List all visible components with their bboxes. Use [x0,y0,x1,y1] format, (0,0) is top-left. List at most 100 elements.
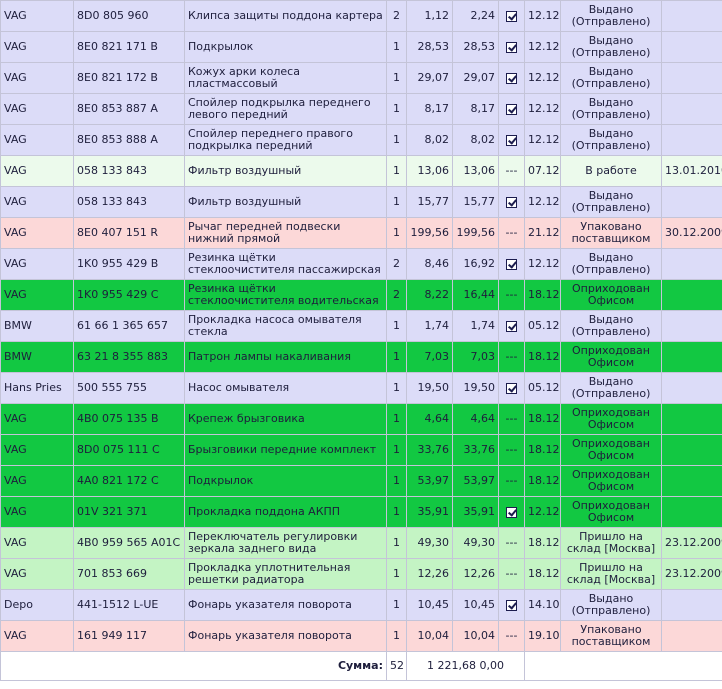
mark-dash: --- [505,536,518,549]
description-cell: Патрон лампы накаливания [184,341,387,373]
part-number-cell: 61 66 1 365 657 [73,310,185,342]
checkbox-checked-icon[interactable] [506,72,517,84]
table-row[interactable]: VAG 8D0 075 111 C Брызговики передние комп… [0,434,722,466]
total-cell: 8,17 [452,93,499,125]
mark-cell[interactable] [498,124,525,156]
status-cell: Оприходован Офисом [560,341,662,373]
part-number-cell: 8E0 821 171 B [73,31,185,63]
table-row[interactable]: VAG 161 949 117 Фонарь указателя поворота 1… [0,620,722,652]
date-cell: 12.12 [524,31,561,63]
total-cell: 28,53 [452,31,499,63]
table-row[interactable]: VAG 4A0 821 172 C Подкрылок 1 53,97 53,97 --- 1… [0,465,722,497]
part-number-cell: 4B0 075 135 B [73,403,185,435]
quantity-cell: 1 [386,93,407,125]
quantity-cell: 1 [386,465,407,497]
table-row[interactable]: VAG 01V 321 371 Прокладка поддона АКПП 1 35,… [0,496,722,528]
status-cell: Выдано (Отправлено) [560,0,662,32]
table-row[interactable]: VAG 4B0 959 565 A01C Переключатель регулир… [0,527,722,559]
checkbox-checked-icon[interactable] [506,599,517,611]
checkbox-checked-icon[interactable] [506,103,517,115]
status-cell: Оприходован Офисом [560,279,662,311]
table-row[interactable]: Hans Pries 500 555 755 Насос омывателя 1 19,… [0,372,722,404]
table-row[interactable]: VAG 8E0 821 172 B Кожух арки колеса пластм… [0,62,722,94]
table-row[interactable]: VAG 1K0 955 429 C Резинка щётки стеклоочис… [0,279,722,311]
table-row[interactable]: VAG 8E0 853 887 A Спойлер подкрылка передн… [0,93,722,125]
table-row[interactable]: VAG 701 853 669 Прокладка уплотнительная р… [0,558,722,590]
mark-cell[interactable] [498,372,525,404]
checkbox-checked-icon[interactable] [506,134,517,146]
part-number-cell: 500 555 755 [73,372,185,404]
checkbox-checked-icon[interactable] [506,41,517,53]
status-cell: В работе [560,155,662,187]
table-row[interactable]: VAG 8E0 821 171 B Подкрылок 1 28,53 28,53 12.1… [0,31,722,63]
quantity-cell: 1 [386,186,407,218]
checkbox-checked-icon[interactable] [506,506,517,518]
status-cell: Оприходован Офисом [560,465,662,497]
mark-cell[interactable] [498,248,525,280]
table-row[interactable]: Depo 441-1512 L-UE Фонарь указателя поворо… [0,589,722,621]
delivery-date-cell [661,310,722,342]
checkbox-checked-icon[interactable] [506,10,517,22]
status-cell: Выдано (Отправлено) [560,248,662,280]
table-row[interactable]: VAG 4B0 075 135 B Крепеж брызговика 1 4,64 4,… [0,403,722,435]
date-cell: 14.10 [524,589,561,621]
mark-cell: --- [498,465,525,497]
orders-table: VAG 8D0 805 960 Клипса защиты поддона карт… [0,0,722,681]
mark-cell[interactable] [498,0,525,32]
make-cell: VAG [0,465,74,497]
price-cell: 4,64 [406,403,453,435]
mark-cell[interactable] [498,310,525,342]
status-cell: Выдано (Отправлено) [560,372,662,404]
mark-dash: --- [505,629,518,642]
mark-cell[interactable] [498,62,525,94]
make-cell: VAG [0,403,74,435]
table-row[interactable]: VAG 058 133 843 Фильтр воздушный 1 13,06 13,0… [0,155,722,187]
delivery-date-cell [661,341,722,373]
total-cell: 29,07 [452,62,499,94]
status-cell: Выдано (Отправлено) [560,310,662,342]
mark-cell[interactable] [498,589,525,621]
delivery-date-cell [661,31,722,63]
quantity-cell: 1 [386,124,407,156]
mark-cell[interactable] [498,186,525,218]
table-row[interactable]: BMW 63 21 8 355 883 Патрон лампы накаливан… [0,341,722,373]
status-cell: Выдано (Отправлено) [560,589,662,621]
mark-cell: --- [498,279,525,311]
price-cell: 33,76 [406,434,453,466]
checkbox-checked-icon[interactable] [506,258,517,270]
table-row[interactable]: VAG 8E0 407 151 R Рычаг передней подвески … [0,217,722,249]
quantity-cell: 2 [386,279,407,311]
table-row[interactable]: VAG 1K0 955 429 B Резинка щётки стеклоочис… [0,248,722,280]
checkbox-checked-icon[interactable] [506,320,517,332]
quantity-cell: 1 [386,310,407,342]
delivery-date-cell [661,279,722,311]
mark-cell[interactable] [498,496,525,528]
mark-dash: --- [505,288,518,301]
status-cell: Упаковано поставщиком [560,620,662,652]
part-number-cell: 058 133 843 [73,186,185,218]
status-cell: Выдано (Отправлено) [560,31,662,63]
status-cell: Упаковано поставщиком [560,217,662,249]
delivery-date-cell [661,248,722,280]
date-cell: 18.12 [524,465,561,497]
part-number-cell: 058 133 843 [73,155,185,187]
delivery-date-cell [661,62,722,94]
quantity-cell: 1 [386,62,407,94]
date-cell: 18.12 [524,434,561,466]
table-row[interactable]: VAG 8E0 853 888 A Спойлер переднего правог… [0,124,722,156]
mark-cell[interactable] [498,93,525,125]
table-row[interactable]: VAG 058 133 843 Фильтр воздушный 1 15,77 15,7… [0,186,722,218]
date-cell: 05.12 [524,372,561,404]
checkbox-checked-icon[interactable] [506,196,517,208]
make-cell: Depo [0,589,74,621]
price-cell: 1,74 [406,310,453,342]
total-cell: 49,30 [452,527,499,559]
mark-cell[interactable] [498,31,525,63]
table-row[interactable]: BMW 61 66 1 365 657 Прокладка насоса омыва… [0,310,722,342]
delivery-date-cell [661,434,722,466]
checkbox-checked-icon[interactable] [506,382,517,394]
mark-dash: --- [505,350,518,363]
total-cell: 8,02 [452,124,499,156]
date-cell: 12.12 [524,248,561,280]
table-row[interactable]: VAG 8D0 805 960 Клипса защиты поддона карт… [0,0,722,32]
